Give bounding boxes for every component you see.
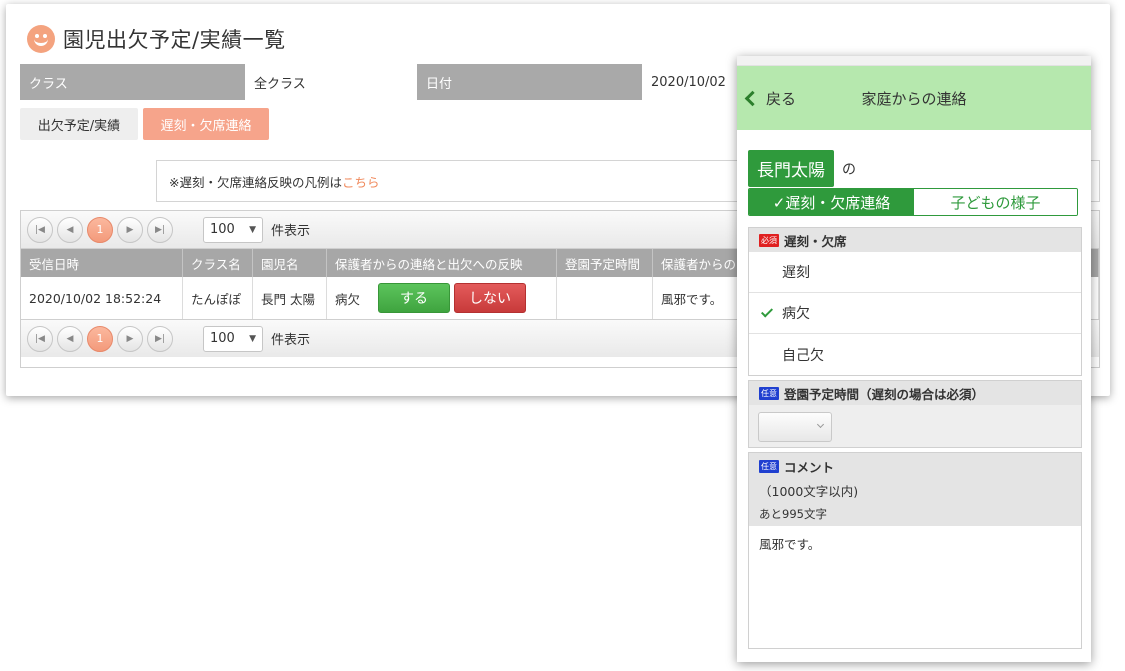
mobile-header: 戻る 家庭からの連絡	[737, 66, 1091, 130]
section-arrival-time: 任意 登園予定時間（遅刻の場合は必須）	[748, 380, 1082, 448]
tab-child-status[interactable]: 子どもの様子	[914, 189, 1077, 215]
cell-child: 長門 太陽	[253, 277, 327, 319]
last-page-icon[interactable]: ▶|	[147, 216, 173, 243]
page-size-label: 件表示	[271, 333, 311, 348]
smiley-icon	[27, 25, 55, 53]
caret-down-icon: ▼	[249, 333, 256, 344]
class-filter-label: クラス	[20, 64, 245, 100]
cell-contact: 病欠 する しない	[327, 277, 557, 319]
mobile-panel: 戻る 家庭からの連絡 長門太陽 の ✓遅刻・欠席連絡 子どもの様子 必須 遅刻・…	[737, 56, 1091, 662]
prev-page-icon[interactable]: ◀	[57, 325, 83, 352]
caret-down-icon: ▼	[249, 224, 256, 235]
legend-text: ※遅刻・欠席連絡反映の凡例は	[169, 174, 342, 190]
first-page-icon[interactable]: |◀	[27, 325, 53, 352]
child-row: 長門太陽 の	[748, 150, 856, 187]
page-current[interactable]: 1	[87, 325, 113, 352]
mobile-title: 家庭からの連絡	[861, 89, 967, 108]
mobile-tabs: ✓遅刻・欠席連絡 子どもの様子	[748, 188, 1078, 216]
section-time-title: 登園予定時間（遅刻の場合は必須）	[784, 386, 985, 402]
section-type: 必須 遅刻・欠席 遅刻 病欠 自己欠	[748, 227, 1082, 376]
section-comment: 任意 コメント （1000文字以内) あと995文字 風邪です。	[748, 452, 1082, 649]
tab-late-absence[interactable]: 遅刻・欠席連絡	[143, 108, 269, 140]
col-arrival[interactable]: 登園予定時間	[557, 249, 653, 277]
time-area	[749, 405, 1081, 447]
date-filter-label: 日付	[417, 64, 642, 100]
page-size-select[interactable]: 100 ▼	[203, 325, 263, 352]
col-child[interactable]: 園児名	[253, 249, 327, 277]
page-title: 園児出欠予定/実績一覧	[63, 28, 286, 52]
option-late[interactable]: 遅刻	[749, 252, 1081, 293]
option-label: 病欠	[782, 306, 810, 322]
tab-late-absence-contact[interactable]: ✓遅刻・欠席連絡	[749, 189, 914, 215]
optional-badge: 任意	[759, 460, 779, 473]
prev-page-icon[interactable]: ◀	[57, 216, 83, 243]
section-type-title: 遅刻・欠席	[784, 233, 847, 249]
page-header: 園児出欠予定/実績一覧	[27, 24, 286, 54]
contact-type: 病欠	[335, 291, 361, 307]
class-filter-value[interactable]: 全クラス	[245, 64, 417, 100]
legend-link[interactable]: こちら	[342, 172, 380, 191]
option-sick[interactable]: 病欠	[749, 293, 1081, 334]
col-received[interactable]: 受信日時	[21, 249, 183, 277]
option-label: 自己欠	[782, 347, 824, 364]
comment-textarea[interactable]: 風邪です。	[749, 526, 1081, 648]
page-size-label: 件表示	[271, 224, 311, 239]
tab-attendance[interactable]: 出欠予定/実績	[20, 108, 138, 140]
page-size-value: 100	[210, 222, 235, 237]
status-bar	[737, 56, 1091, 66]
comment-remaining: あと995文字	[759, 507, 827, 521]
col-class[interactable]: クラス名	[183, 249, 253, 277]
particle-no: の	[842, 161, 856, 178]
option-personal-absence[interactable]: 自己欠	[749, 334, 1081, 375]
cell-class: たんぽぽ	[183, 277, 253, 319]
next-page-icon[interactable]: ▶	[117, 325, 143, 352]
section-time-header: 任意 登園予定時間（遅刻の場合は必須）	[749, 381, 1081, 405]
section-comment-title: コメント	[784, 460, 835, 475]
section-type-header: 必須 遅刻・欠席	[749, 228, 1081, 252]
cell-received: 2020/10/02 18:52:24	[21, 277, 183, 319]
cell-arrival	[557, 277, 653, 319]
page-size-select[interactable]: 100 ▼	[203, 216, 263, 243]
child-name: 長門太陽	[748, 150, 834, 187]
section-comment-header: 任意 コメント （1000文字以内) あと995文字	[749, 453, 1081, 526]
comment-limit: （1000文字以内)	[759, 484, 859, 499]
last-page-icon[interactable]: ▶|	[147, 325, 173, 352]
required-badge: 必須	[759, 233, 779, 247]
chevron-down-icon	[816, 420, 825, 429]
reflect-yes-button[interactable]: する	[378, 283, 451, 313]
option-label: 遅刻	[782, 265, 810, 281]
first-page-icon[interactable]: |◀	[27, 216, 53, 243]
next-page-icon[interactable]: ▶	[117, 216, 143, 243]
check-icon	[760, 305, 774, 318]
arrival-time-select[interactable]	[758, 412, 832, 442]
optional-badge: 任意	[759, 386, 779, 400]
col-contact[interactable]: 保護者からの連絡と出欠への反映	[327, 249, 557, 277]
reflect-no-button[interactable]: しない	[454, 283, 527, 313]
page-current[interactable]: 1	[87, 216, 113, 243]
page-size-value: 100	[210, 331, 235, 346]
